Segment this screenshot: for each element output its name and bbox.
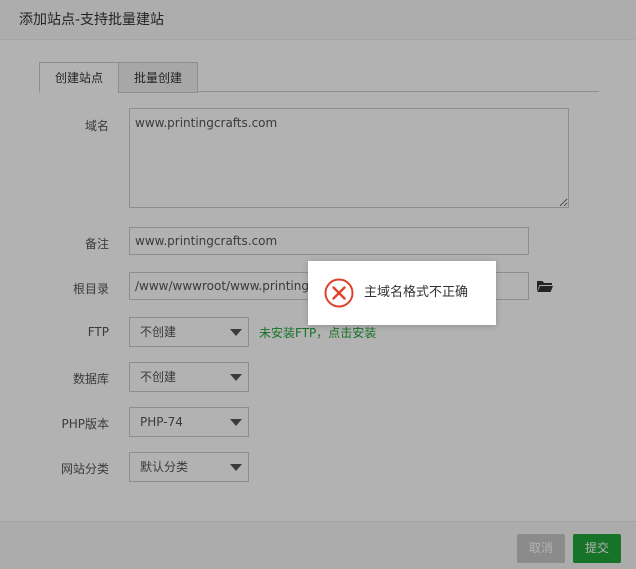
toast-message: 主域名格式不正确 <box>364 285 469 300</box>
error-toast: 主域名格式不正确 <box>308 261 496 325</box>
error-circle-icon <box>324 278 354 308</box>
